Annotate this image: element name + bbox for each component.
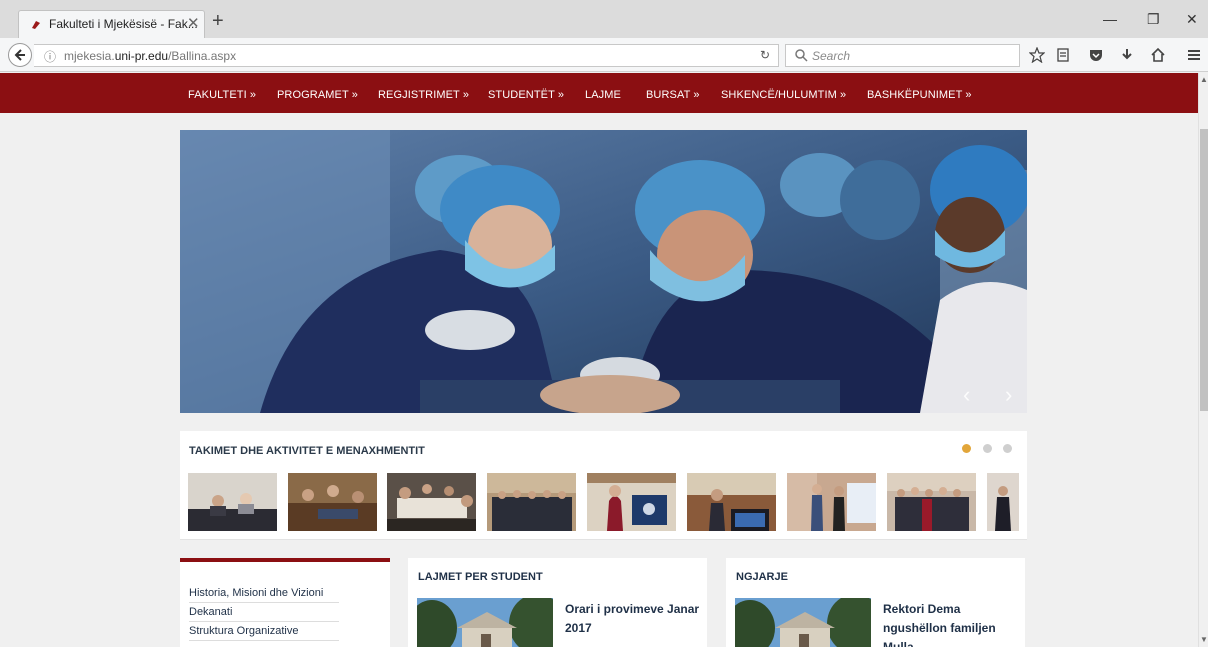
- url-text: mjekesia.uni-pr.edu/Ballina.aspx: [64, 49, 237, 63]
- news-thumbnail[interactable]: [417, 598, 553, 647]
- gallery-thumbnail[interactable]: [487, 473, 576, 531]
- news-headline[interactable]: Orari i provimeve Janar 2017: [565, 600, 700, 638]
- back-arrow-icon: [14, 49, 25, 61]
- search-placeholder: Search: [812, 49, 851, 63]
- gallery-thumbnail[interactable]: [687, 473, 776, 531]
- menu-icon[interactable]: [1186, 47, 1202, 63]
- gallery-title: TAKIMET DHE AKTIVITET E MENAXHMENTIT: [189, 445, 425, 457]
- gallery-thumbnail[interactable]: [387, 473, 476, 531]
- search-icon: [795, 49, 808, 62]
- nav-item-bursat[interactable]: BURSAT »: [646, 89, 700, 101]
- scroll-thumb[interactable]: [1200, 129, 1208, 411]
- minimize-icon[interactable]: —: [1103, 12, 1117, 26]
- page-scrollbar[interactable]: ▲ ▼: [1198, 73, 1208, 647]
- gallery-thumbnail[interactable]: [288, 473, 377, 531]
- new-tab-icon[interactable]: +: [212, 11, 224, 31]
- window-close-icon[interactable]: ✕: [1186, 12, 1198, 26]
- link-divider: [189, 640, 339, 641]
- link-divider: [189, 602, 339, 603]
- link-struktura[interactable]: Struktura Organizative: [189, 625, 298, 637]
- tab-title: Fakulteti i Mjekësisë - Fak...: [49, 17, 198, 31]
- gallery-thumbnail[interactable]: [188, 473, 277, 531]
- card-title: LAJMET PER STUDENT: [418, 571, 543, 583]
- browser-toolbar: ⓘ mjekesia.uni-pr.edu/Ballina.aspx ↻ Sea…: [0, 38, 1208, 72]
- hero-image: [180, 130, 1027, 413]
- browser-tab[interactable]: Fakulteti i Mjekësisë - Fak... ✕: [18, 10, 205, 38]
- quick-links-panel: Historia, Misioni dhe Vizioni Dekanati S…: [180, 558, 390, 647]
- gallery-thumbnail[interactable]: [987, 473, 1019, 531]
- events-card: NGJARJE Rektori Dema ngushëllon familjen…: [726, 558, 1025, 647]
- hero-prev-icon[interactable]: ‹: [963, 384, 970, 406]
- hero-slider[interactable]: ‹ ›: [180, 130, 1027, 413]
- address-bar[interactable]: ⓘ mjekesia.uni-pr.edu/Ballina.aspx ↻: [34, 44, 779, 67]
- nav-item-programet[interactable]: PROGRAMET »: [277, 89, 358, 101]
- home-icon[interactable]: [1150, 47, 1166, 63]
- search-input[interactable]: Search: [785, 44, 1020, 67]
- web-page: FAKULTETI » PROGRAMET » REGJISTRIMET » S…: [0, 73, 1198, 647]
- link-historia[interactable]: Historia, Misioni dhe Vizioni: [189, 587, 323, 599]
- reload-icon[interactable]: ↻: [760, 48, 770, 62]
- info-icon[interactable]: ⓘ: [44, 48, 56, 65]
- pocket-icon[interactable]: [1088, 47, 1104, 63]
- nav-item-studentet[interactable]: STUDENTËT »: [488, 89, 564, 101]
- event-thumbnail[interactable]: [735, 598, 871, 647]
- gallery-dot-2[interactable]: [983, 444, 992, 453]
- event-headline[interactable]: Rektori Dema ngushëllon familjen Mulla: [883, 600, 1018, 647]
- nav-item-regjistrimet[interactable]: REGJISTRIMET »: [378, 89, 469, 101]
- gallery-dot-3[interactable]: [1003, 444, 1012, 453]
- bookmark-star-icon[interactable]: [1029, 47, 1045, 63]
- gallery-thumbnail[interactable]: [787, 473, 876, 531]
- site-favicon-icon: [32, 21, 40, 29]
- gallery-dot-1[interactable]: [962, 444, 971, 453]
- nav-item-fakulteti[interactable]: FAKULTETI »: [188, 89, 256, 101]
- downloads-icon[interactable]: [1119, 47, 1135, 63]
- main-navigation: FAKULTETI » PROGRAMET » REGJISTRIMET » S…: [0, 73, 1198, 113]
- scroll-up-icon[interactable]: ▲: [1200, 75, 1208, 84]
- gallery-thumbnail[interactable]: [887, 473, 976, 531]
- gallery-thumbnail[interactable]: [587, 473, 676, 531]
- student-news-card: LAJMET PER STUDENT Orari i provimeve Jan…: [408, 558, 707, 647]
- nav-item-bashkepunimet[interactable]: BASHKËPUNIMET »: [867, 89, 972, 101]
- restore-icon[interactable]: ❐: [1147, 12, 1160, 26]
- gallery-section: TAKIMET DHE AKTIVITET E MENAXHMENTIT: [180, 431, 1027, 540]
- link-divider: [189, 621, 339, 622]
- scroll-down-icon[interactable]: ▼: [1200, 635, 1208, 644]
- nav-item-lajme[interactable]: LAJME: [585, 89, 621, 101]
- card-title: NGJARJE: [736, 571, 788, 583]
- browser-tab-strip: Fakulteti i Mjekësisë - Fak... ✕ + — ❐ ✕: [0, 0, 1208, 38]
- link-dekanati[interactable]: Dekanati: [189, 606, 232, 618]
- reading-list-icon[interactable]: [1055, 47, 1071, 63]
- nav-item-shkence-hulumtim[interactable]: SHKENCË/HULUMTIM »: [721, 89, 846, 101]
- hero-next-icon[interactable]: ›: [1005, 384, 1012, 406]
- back-button[interactable]: [8, 43, 32, 67]
- tab-close-icon[interactable]: ✕: [187, 14, 200, 32]
